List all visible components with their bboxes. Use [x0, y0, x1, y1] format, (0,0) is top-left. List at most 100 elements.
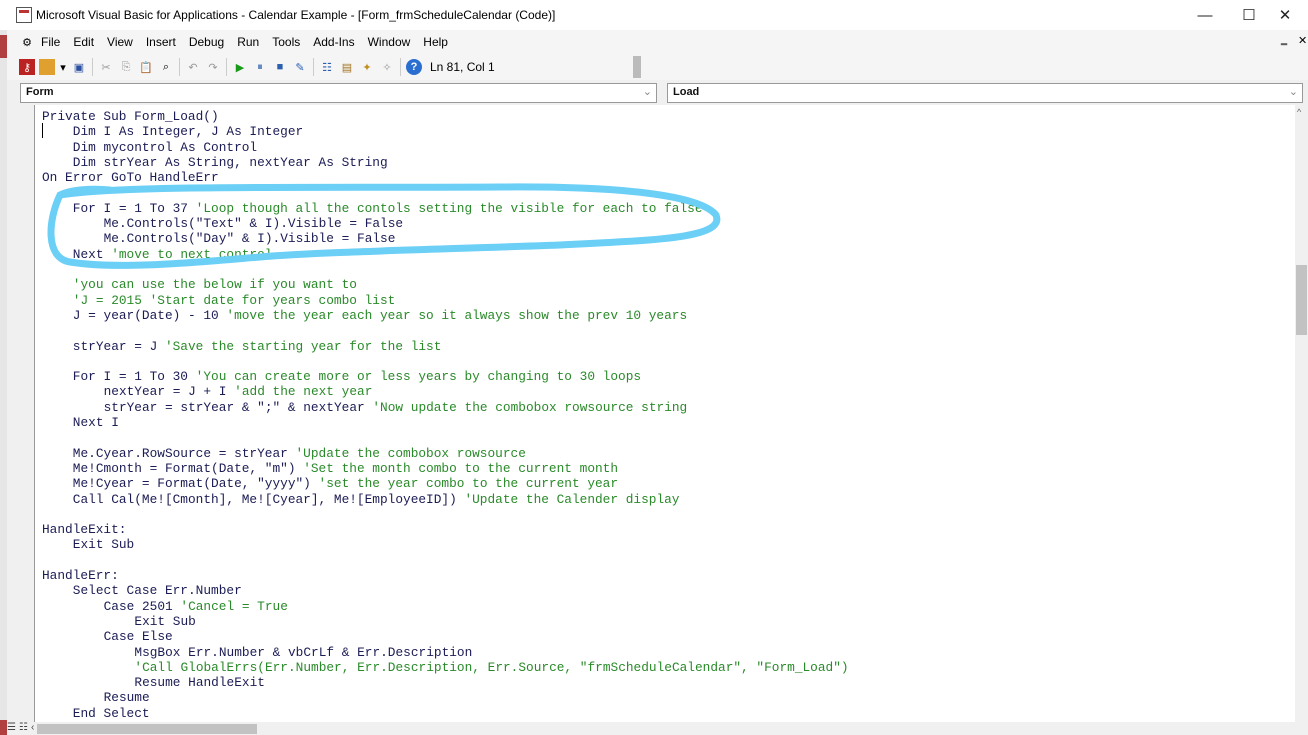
find-icon[interactable]: ⌕ — [158, 59, 174, 75]
object-combo[interactable]: Form ⌄ — [20, 83, 657, 103]
full-module-view-icon[interactable]: ☷ — [19, 722, 28, 733]
code-line[interactable]: Me.Controls("Day" & I).Visible = False — [104, 231, 396, 246]
code-line[interactable]: Me.Cyear.RowSource = strYear 'Update the… — [73, 446, 526, 461]
menu-tools[interactable]: Tools — [272, 35, 300, 49]
close-button[interactable]: ✕ — [1262, 0, 1308, 30]
code-line[interactable]: Resume HandleExit — [134, 675, 265, 690]
code-line[interactable]: 'Call GlobalErrs(Err.Number, Err.Descrip… — [134, 660, 848, 675]
code-line[interactable]: Dim I As Integer, J As Integer — [73, 124, 303, 139]
toolbar-options-grip[interactable] — [633, 56, 641, 78]
code-line[interactable]: Me.Controls("Text" & I).Visible = False — [104, 216, 404, 231]
code-text: strYear = J — [72, 338, 165, 354]
code-line[interactable]: MsgBox Err.Number & vbCrLf & Err.Descrip… — [134, 645, 472, 660]
horizontal-scroll-thumb[interactable] — [37, 724, 257, 734]
code-line[interactable]: 'J = 2015 'Start date for years combo li… — [73, 293, 396, 308]
project-explorer-icon[interactable]: ☷ — [319, 59, 335, 75]
insert-userform-icon[interactable] — [39, 59, 55, 75]
chevron-down-icon[interactable]: ⌄ — [1289, 85, 1298, 98]
dropdown-arrow-icon[interactable]: ▾ — [59, 59, 67, 75]
scroll-up-icon[interactable]: ^ — [1297, 107, 1301, 117]
code-comment: 'Now update the combobox rowsource strin… — [372, 399, 688, 415]
code-line[interactable]: End Select — [73, 706, 150, 721]
code-comment: 'set the year combo to the current year — [318, 476, 619, 492]
code-comment: 'move the year each year so it always sh… — [226, 307, 688, 323]
code-line[interactable]: Dim strYear As String, nextYear As Strin… — [73, 155, 388, 170]
code-line[interactable]: Select Case Err.Number — [73, 583, 242, 598]
design-mode-icon[interactable]: ✎ — [292, 59, 308, 75]
code-line[interactable]: strYear = strYear & ";" & nextYear 'Now … — [104, 400, 688, 415]
code-text: Next I — [72, 415, 119, 430]
menu-run[interactable]: Run — [237, 35, 259, 49]
code-line[interactable]: nextYear = J + I 'add the next year — [104, 384, 373, 399]
save-icon[interactable]: ▣ — [71, 59, 87, 75]
mdi-close-button[interactable]: ✕ — [1298, 34, 1307, 47]
properties-window-icon[interactable]: ▤ — [339, 59, 355, 75]
undo-icon[interactable]: ↶ — [185, 59, 201, 75]
code-line[interactable]: Me!Cyear = Format(Date, "yyyy") 'set the… — [73, 476, 618, 491]
code-line[interactable]: Me!Cmonth = Format(Date, "m") 'Set the m… — [73, 461, 618, 476]
vertical-scroll-thumb[interactable] — [1296, 265, 1307, 335]
cut-icon[interactable]: ✂ — [98, 59, 114, 75]
code-line[interactable]: Resume — [104, 690, 150, 705]
menu-file[interactable]: File — [41, 35, 60, 49]
code-line[interactable]: strYear = J 'Save the starting year for … — [73, 339, 442, 354]
menu-insert[interactable]: Insert — [146, 35, 176, 49]
title-bar: Microsoft Visual Basic for Applications … — [0, 0, 1308, 30]
code-text: Me.Cyear.RowSource = strYear — [72, 445, 296, 461]
menu-edit[interactable]: Edit — [73, 35, 94, 49]
menu-bar: ⚙ File Edit View Insert Debug Run Tools … — [7, 30, 1308, 54]
code-line[interactable]: Case 2501 'Cancel = True — [104, 599, 288, 614]
object-browser-icon[interactable]: ✦ — [359, 59, 375, 75]
code-line[interactable]: Exit Sub — [73, 537, 134, 552]
code-comment: 'Update the Calender display — [464, 491, 680, 507]
menu-add-ins[interactable]: Add-Ins — [313, 35, 354, 49]
toolbox-icon[interactable]: ✧ — [379, 59, 395, 75]
code-line[interactable]: HandleExit: — [42, 522, 126, 537]
window-title: Microsoft Visual Basic for Applications … — [36, 8, 556, 22]
margin-indicator-bar[interactable] — [7, 105, 35, 722]
menu-view[interactable]: View — [107, 35, 133, 49]
copy-icon[interactable]: ⎘ — [118, 59, 134, 75]
menu-debug[interactable]: Debug — [189, 35, 224, 49]
vba-menu-icon[interactable]: ⚙ — [19, 34, 35, 50]
code-line[interactable]: HandleErr: — [42, 568, 119, 583]
code-editor[interactable]: Private Sub Form_Load() Dim I As Integer,… — [36, 105, 1295, 722]
vba-app-icon — [16, 7, 32, 23]
minimize-button[interactable]: — — [1182, 0, 1228, 30]
scroll-left-icon[interactable]: ‹ — [31, 722, 34, 733]
break-icon[interactable]: ⏸ — [252, 59, 268, 75]
code-line[interactable]: J = year(Date) - 10 'move the year each … — [73, 308, 687, 323]
code-line[interactable]: For I = 1 To 37 'Loop though all the con… — [73, 201, 703, 216]
run-icon[interactable]: ▶ — [232, 59, 248, 75]
code-comment: 'add the next year — [234, 384, 373, 400]
code-text: Dim strYear As String, nextYear As Strin… — [72, 154, 388, 170]
procedure-view-icon[interactable]: ☰ — [7, 722, 16, 733]
chevron-down-icon[interactable]: ⌄ — [643, 85, 652, 98]
help-icon[interactable]: ? — [406, 59, 422, 75]
code-line[interactable]: Private Sub Form_Load() — [42, 109, 219, 124]
code-line[interactable]: Exit Sub — [134, 614, 195, 629]
code-line[interactable]: On Error GoTo HandleErr — [42, 170, 219, 185]
code-text: nextYear = J + I — [103, 384, 235, 400]
code-line[interactable]: Case Else — [104, 629, 173, 644]
paste-icon[interactable]: 📋 — [138, 59, 154, 75]
code-line[interactable]: Next I — [73, 415, 119, 430]
redo-icon[interactable]: ↷ — [205, 59, 221, 75]
vertical-scrollbar[interactable]: ^ — [1295, 105, 1308, 722]
menu-window[interactable]: Window — [368, 35, 411, 49]
code-line[interactable]: 'you can use the below if you want to — [73, 277, 357, 292]
horizontal-scrollbar[interactable]: ☰ ☷ ‹ — [7, 722, 1308, 735]
code-comment: 'Call GlobalErrs(Err.Number, Err.Descrip… — [134, 659, 849, 675]
code-line[interactable]: Dim mycontrol As Control — [73, 140, 257, 155]
reset-icon[interactable]: ■ — [272, 59, 288, 75]
code-text: Call Cal(Me![Cmonth], Me![Cyear], Me![Em… — [72, 491, 465, 507]
code-line[interactable]: Call Cal(Me![Cmonth], Me![Cyear], Me![Em… — [73, 492, 680, 507]
code-text: Select Case Err.Number — [72, 583, 242, 599]
code-line[interactable]: Next 'move to next control — [73, 247, 273, 262]
view-access-icon[interactable]: ⚷ — [19, 59, 35, 75]
menu-help[interactable]: Help — [423, 35, 448, 49]
code-line[interactable]: For I = 1 To 30 'You can create more or … — [73, 369, 641, 384]
mdi-minimize-button[interactable]: ‗ — [1281, 34, 1287, 46]
code-text: Dim I As Integer, J As Integer — [72, 124, 304, 140]
procedure-combo[interactable]: Load ⌄ — [667, 83, 1303, 103]
